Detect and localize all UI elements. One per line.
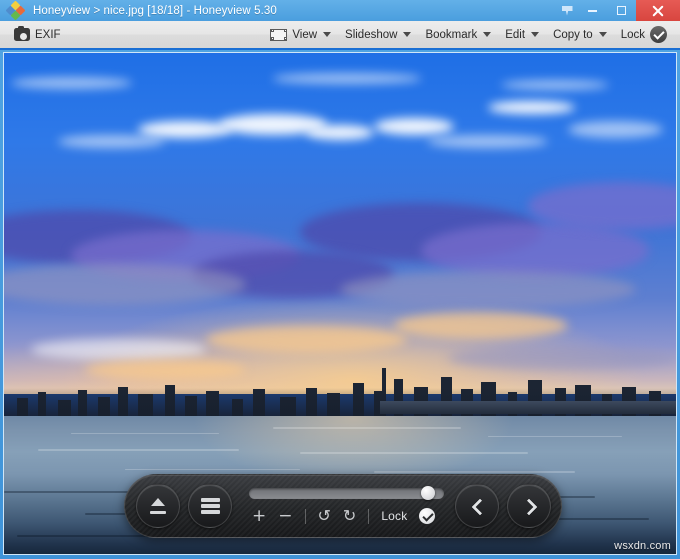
hamburger-menu-icon <box>200 496 220 517</box>
toolbar-label-bookmark: Bookmark <box>425 28 478 41</box>
honeyview-diamond-icon <box>5 0 28 20</box>
pin-icon[interactable] <box>556 0 578 21</box>
main-toolbar: EXIF View Slideshow Bookmark Edit Copy t… <box>0 21 680 50</box>
toolbar-label-copy-to: Copy to <box>553 28 593 41</box>
toolbar-item-bookmark[interactable]: Bookmark <box>418 21 498 48</box>
bridge <box>380 401 676 415</box>
toolbar-item-lock[interactable]: Lock <box>614 21 674 48</box>
lock-label[interactable]: Lock <box>381 509 407 523</box>
toolbar-item-exif[interactable]: EXIF <box>7 21 68 48</box>
chevron-down-icon <box>531 32 540 37</box>
previous-image-button[interactable] <box>455 484 499 528</box>
toolbar-item-slideshow[interactable]: Slideshow <box>338 21 418 48</box>
toolbar-label-view: View <box>292 28 318 41</box>
rotate-cw-button[interactable]: ↻ <box>343 508 356 524</box>
chevron-down-icon <box>483 32 492 37</box>
bottom-control-bar: + − ↺ ↻ Lock <box>124 474 562 538</box>
camera-icon <box>14 25 30 41</box>
chevron-down-icon <box>323 32 332 37</box>
control-mini-row: + − ↺ ↻ Lock <box>246 507 447 525</box>
divider <box>304 508 306 524</box>
navigation-buttons <box>455 484 551 528</box>
chevron-right-icon <box>521 498 537 514</box>
divider <box>368 508 370 524</box>
toolbar-label-slideshow: Slideshow <box>345 28 398 41</box>
toolbar-label-exif: EXIF <box>35 28 61 41</box>
toolbar-item-copy-to[interactable]: Copy to <box>546 21 614 48</box>
check-badge-icon <box>650 26 667 43</box>
maximize-button[interactable] <box>607 0 636 21</box>
image-viewer[interactable]: + − ↺ ↻ Lock wsxdn.com <box>0 50 680 559</box>
zoom-out-button[interactable]: − <box>278 507 292 525</box>
chevron-down-icon <box>598 32 607 37</box>
close-button[interactable] <box>636 0 680 21</box>
next-image-button[interactable] <box>507 484 551 528</box>
toolbar-label-edit: Edit <box>505 28 526 41</box>
control-center-column: + − ↺ ↻ Lock <box>232 475 455 537</box>
toolbar-label-lock: Lock <box>620 28 645 41</box>
eject-icon <box>148 497 168 515</box>
watermark: wsxdn.com <box>614 540 671 552</box>
sky-region <box>4 53 676 394</box>
frame-icon <box>270 28 288 41</box>
photo-canvas[interactable]: + − ↺ ↻ Lock wsxdn.com <box>3 52 677 555</box>
toolbar-item-edit[interactable]: Edit <box>498 21 546 48</box>
chevron-left-icon <box>469 498 485 514</box>
eject-button[interactable] <box>136 484 180 528</box>
close-icon <box>652 5 664 17</box>
rotate-ccw-button[interactable]: ↺ <box>318 508 331 524</box>
zoom-slider[interactable] <box>249 486 444 500</box>
zoom-slider-knob[interactable] <box>420 486 435 500</box>
window-title: Honeyview > nice.jpg [18/18] - Honeyview… <box>33 4 277 17</box>
minimize-button[interactable] <box>578 0 607 21</box>
title-bar[interactable]: Honeyview > nice.jpg [18/18] - Honeyview… <box>0 0 680 21</box>
honeyview-window: Honeyview > nice.jpg [18/18] - Honeyview… <box>0 0 680 559</box>
chevron-down-icon <box>403 32 412 37</box>
lock-check-icon[interactable] <box>419 508 436 524</box>
toolbar-item-view[interactable]: View <box>263 21 338 48</box>
zoom-in-button[interactable]: + <box>252 507 266 525</box>
window-controls <box>556 0 680 21</box>
menu-button[interactable] <box>188 484 232 528</box>
